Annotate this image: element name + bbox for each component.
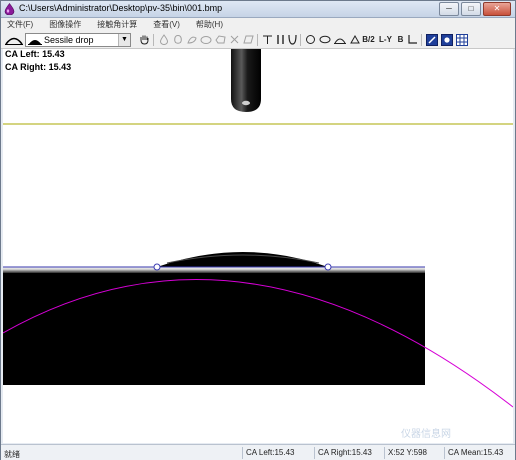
window-title: C:\Users\Administrator\Desktop\pv-35\bin… — [19, 3, 223, 13]
menu-bar: 文件(F) 图像操作 接触角计算 查看(V) 帮助(H) — [1, 18, 515, 31]
image-viewport[interactable]: CA Left: 15.43 CA Right: 15.43 — [3, 49, 513, 443]
curve-fit-icon[interactable] — [286, 33, 299, 46]
watermark-text: 仪器信息网 — [401, 429, 451, 440]
status-coordinates: X:52 Y:598 — [384, 447, 427, 459]
height-width-icon[interactable] — [348, 33, 361, 46]
close-button[interactable]: ✕ — [483, 2, 511, 16]
b2-method-icon[interactable]: B/2 — [362, 33, 375, 46]
menu-contact-angle[interactable]: 接触角计算 — [97, 19, 137, 30]
chevron-down-icon[interactable]: ▼ — [118, 34, 130, 46]
substrate — [3, 266, 425, 385]
contact-point-right[interactable] — [324, 263, 332, 271]
ca-right-overlay: CA Right: 15.43 — [5, 62, 72, 72]
needle-tip — [231, 49, 261, 112]
drop-shape-icon[interactable] — [171, 33, 184, 46]
parallelogram-icon[interactable] — [242, 33, 255, 46]
axis-icon[interactable] — [406, 33, 419, 46]
menu-image-ops[interactable]: 图像操作 — [49, 19, 81, 30]
measurement-mode-select[interactable]: Sessile drop ▼ — [25, 33, 131, 47]
edit-image-icon[interactable] — [425, 33, 438, 46]
contact-point-left[interactable] — [153, 263, 161, 271]
window-controls: ─ □ ✕ — [439, 2, 511, 16]
status-ca-mean: CA Mean:15.43 — [444, 447, 503, 459]
toolbar-separator — [421, 34, 422, 46]
minimize-button[interactable]: ─ — [439, 2, 459, 16]
menu-help[interactable]: 帮助(H) — [196, 19, 223, 30]
settings-image-icon[interactable] — [440, 33, 453, 46]
status-bar: 就绪 CA Left:15.43 CA Right:15.43 X:52 Y:5… — [1, 444, 515, 460]
ca-left-overlay: CA Left: 15.43 — [5, 49, 65, 59]
ellipse-outline-icon[interactable] — [199, 33, 212, 46]
grid-table-icon[interactable] — [455, 33, 468, 46]
toolbar-separator — [153, 34, 154, 46]
cut-icon[interactable] — [228, 33, 241, 46]
status-ca-left: CA Left:15.43 — [242, 447, 294, 459]
app-drop-icon — [4, 3, 15, 15]
menu-file[interactable]: 文件(F) — [7, 19, 33, 30]
tangent-fit-icon[interactable] — [333, 33, 346, 46]
mode-value: Sessile drop — [44, 35, 94, 45]
drop-tilt-icon[interactable] — [185, 33, 198, 46]
menu-view[interactable]: 查看(V) — [153, 19, 180, 30]
drop-outline-icon[interactable] — [157, 33, 170, 46]
maximize-button[interactable]: □ — [461, 2, 481, 16]
status-ready: 就绪 — [4, 450, 20, 459]
application-window: C:\Users\Administrator\Desktop\pv-35\bin… — [0, 0, 516, 460]
baseline-icon[interactable] — [261, 33, 274, 46]
toolbar-separator — [257, 34, 258, 46]
status-ca-right: CA Right:15.43 — [314, 447, 372, 459]
sessile-drop-icon — [28, 40, 42, 45]
drop-image — [3, 49, 513, 408]
ly-method-icon[interactable]: L-Y — [379, 33, 392, 46]
toolbar-separator — [300, 34, 301, 46]
polygon-outline-icon[interactable] — [214, 33, 227, 46]
title-bar[interactable]: C:\Users\Administrator\Desktop\pv-35\bin… — [1, 1, 515, 18]
drop-profile-icon[interactable] — [5, 33, 23, 46]
hand-icon[interactable] — [138, 33, 151, 46]
circle-fit-icon[interactable] — [304, 33, 317, 46]
ellipse-fit-icon[interactable] — [318, 33, 331, 46]
